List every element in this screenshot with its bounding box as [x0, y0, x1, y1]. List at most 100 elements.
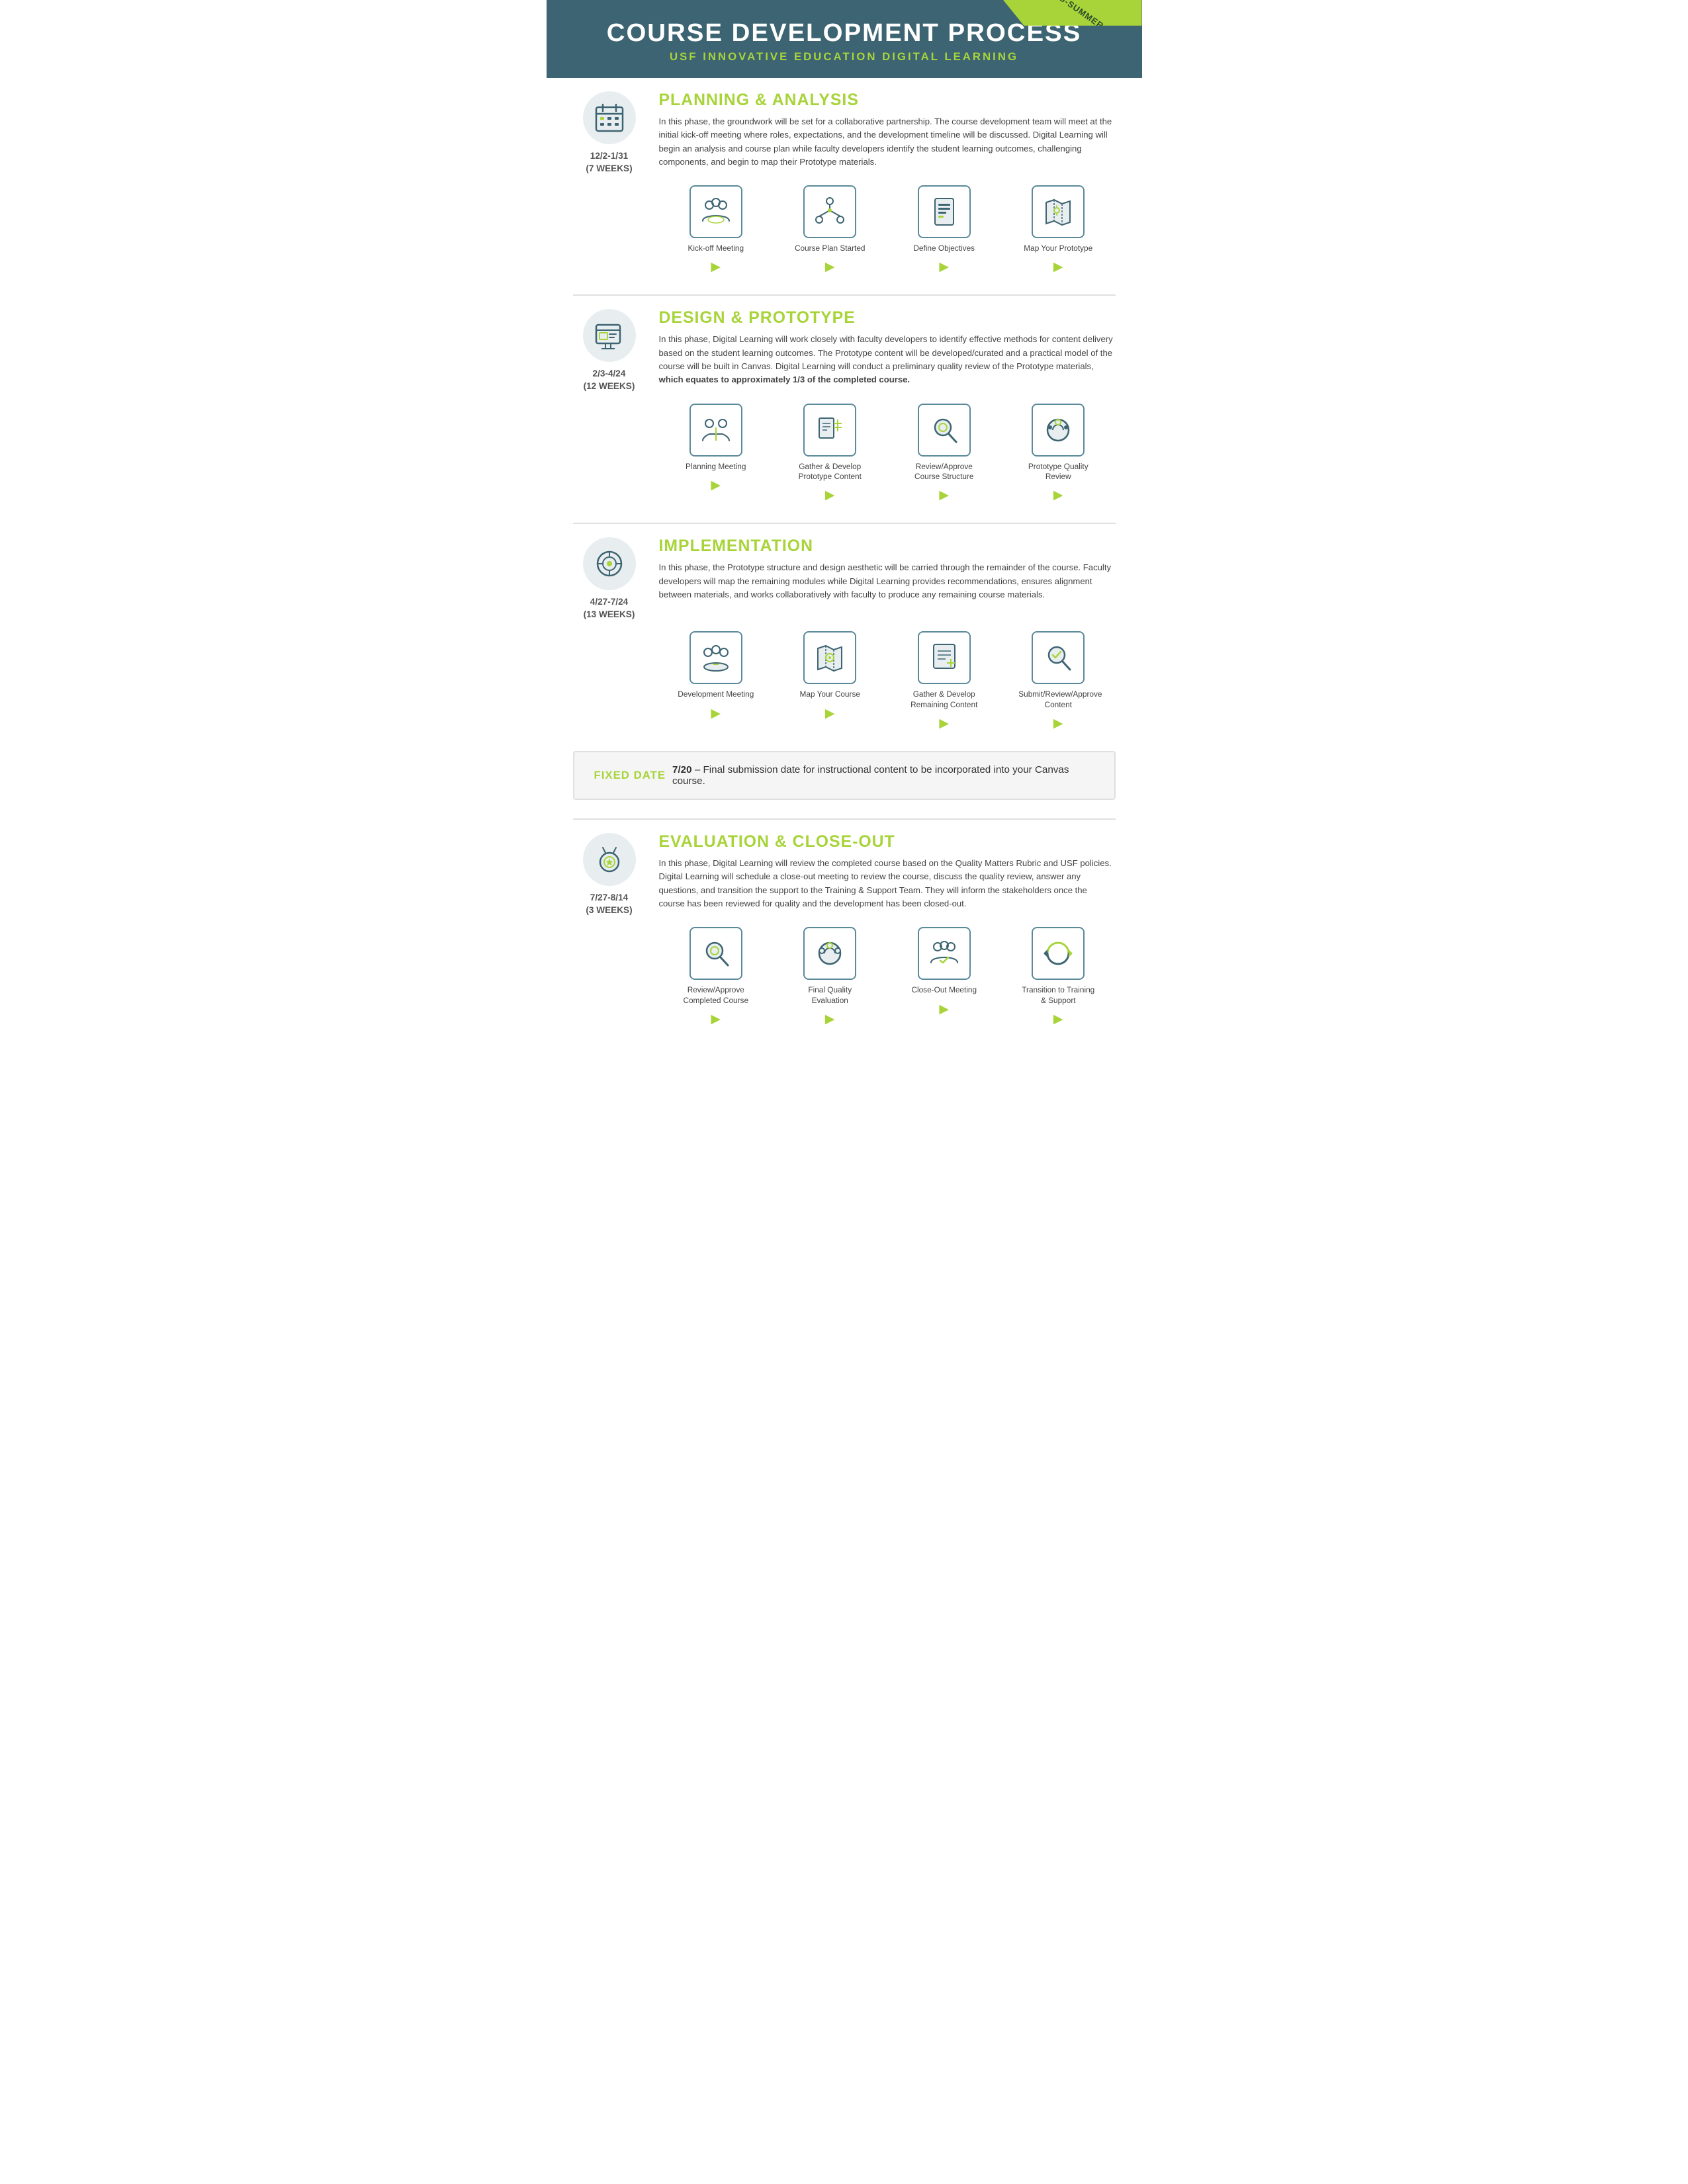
- step-dev-meeting: Development Meeting ▶: [659, 631, 774, 731]
- review-complete-icon: [689, 927, 742, 980]
- gather-remaining-arrow: ▶: [939, 715, 949, 731]
- section-icon-box-impl: 4/27-7/24(13 WEEKS): [573, 537, 646, 621]
- quality-review-icon: [1032, 404, 1085, 457]
- step-gather-develop: Gather & Develop Prototype Content ▶: [773, 404, 887, 503]
- planning-content: Planning & Analysis In this phase, the g…: [659, 91, 1116, 169]
- evaluation-content: Evaluation & Close-Out In this phase, Di…: [659, 833, 1116, 910]
- dev-meeting-arrow: ▶: [711, 705, 721, 721]
- final-quality-icon: [803, 927, 856, 980]
- page-subtitle: USF Innovative Education Digital Learnin…: [560, 50, 1129, 64]
- evaluation-title: Evaluation & Close-Out: [659, 833, 1116, 852]
- design-date: 2/3-4/24(12 WEEKS): [584, 367, 635, 392]
- evaluation-date: 7/27-8/14(3 WEEKS): [586, 891, 632, 916]
- implementation-title: Implementation: [659, 537, 1116, 556]
- planning-steps: Kick-off Meeting ▶ Course Plan S: [659, 185, 1116, 275]
- fixed-date-text: 7/20 – Final submission date for instruc…: [672, 764, 1094, 787]
- design-desc: In this phase, Digital Learning will wor…: [659, 333, 1116, 386]
- map-course-arrow: ▶: [825, 705, 835, 721]
- planning-meeting-label: Planning Meeting: [686, 462, 746, 472]
- gather-remaining-label: Gather & Develop Remaining Content: [905, 689, 984, 710]
- gather-develop-icon: [803, 404, 856, 457]
- step-gather-remaining: Gather & Develop Remaining Content ▶: [887, 631, 1002, 731]
- closeout-label: Close-Out Meeting: [911, 985, 977, 995]
- gather-remaining-icon: [918, 631, 971, 684]
- section-icon-box-eval: 7/27-8/14(3 WEEKS): [573, 833, 646, 916]
- implementation-desc: In this phase, the Prototype structure a…: [659, 561, 1116, 601]
- divider-3: [573, 818, 1116, 820]
- kickoff-label: Kick-off Meeting: [688, 243, 744, 253]
- quality-review-label: Prototype Quality Review: [1018, 462, 1098, 482]
- step-review-complete: Review/Approve Completed Course ▶: [659, 927, 774, 1027]
- closeout-icon: [918, 927, 971, 980]
- define-objectives-icon: [918, 185, 971, 238]
- kickoff-icon: [689, 185, 742, 238]
- step-map-prototype: Map Your Prototype ▶: [1001, 185, 1116, 275]
- planning-desc: In this phase, the groundwork will be se…: [659, 115, 1116, 169]
- final-quality-arrow: ▶: [825, 1011, 835, 1027]
- section-icon-box-design: 2/3-4/24(12 WEEKS): [573, 309, 646, 392]
- gather-develop-label: Gather & Develop Prototype Content: [790, 462, 869, 482]
- evaluation-phase-icon: [583, 833, 636, 886]
- define-objectives-arrow: ▶: [939, 259, 949, 275]
- course-plan-arrow: ▶: [825, 259, 835, 275]
- define-objectives-label: Define Objectives: [913, 243, 975, 253]
- gather-develop-arrow: ▶: [825, 487, 835, 503]
- planning-meeting-arrow: ▶: [711, 477, 721, 493]
- evaluation-steps: Review/Approve Completed Course ▶ Final …: [659, 927, 1116, 1027]
- step-final-quality: Final Quality Evaluation ▶: [773, 927, 887, 1027]
- closeout-arrow: ▶: [939, 1001, 949, 1017]
- section-icon-box-planning: 12/2-1/31(7 WEEKS): [573, 91, 646, 175]
- section-implementation: 4/27-7/24(13 WEEKS) Implementation In th…: [573, 537, 1116, 731]
- divider-2: [573, 523, 1116, 524]
- step-quality-review: Prototype Quality Review ▶: [1001, 404, 1116, 503]
- design-steps: Planning Meeting ▶ Gather & Deve: [659, 404, 1116, 503]
- planning-phase-icon: [583, 91, 636, 144]
- course-plan-icon: [803, 185, 856, 238]
- step-course-plan: Course Plan Started ▶: [773, 185, 887, 275]
- step-planning-meeting: Planning Meeting ▶: [659, 404, 774, 503]
- planning-date: 12/2-1/31(7 WEEKS): [586, 150, 632, 175]
- transition-arrow: ▶: [1053, 1011, 1063, 1027]
- design-title: Design & Prototype: [659, 309, 1116, 328]
- season-badge: Spring-Summer 2020: [1003, 0, 1141, 26]
- dev-meeting-icon: [689, 631, 742, 684]
- review-approve-label: Review/Approve Course Structure: [905, 462, 984, 482]
- section-evaluation: 7/27-8/14(3 WEEKS) Evaluation & Close-Ou…: [573, 833, 1116, 1027]
- step-define-objectives: Define Objectives ▶: [887, 185, 1002, 275]
- section-design: 2/3-4/24(12 WEEKS) Design & Prototype In…: [573, 309, 1116, 503]
- planning-meeting-icon: [689, 404, 742, 457]
- kickoff-arrow: ▶: [711, 259, 721, 275]
- review-approve-icon: [918, 404, 971, 457]
- step-submit-approve: Submit/Review/Approve Content ▶: [1001, 631, 1116, 731]
- page-header: Course Development Process USF Innovativ…: [547, 0, 1142, 78]
- review-complete-label: Review/Approve Completed Course: [676, 985, 756, 1006]
- final-quality-label: Final Quality Evaluation: [790, 985, 869, 1006]
- submit-approve-icon: [1032, 631, 1085, 684]
- transition-label: Transition to Training & Support: [1018, 985, 1098, 1006]
- planning-title: Planning & Analysis: [659, 91, 1116, 110]
- step-review-approve: Review/Approve Course Structure ▶: [887, 404, 1002, 503]
- fixed-date-section: FIXED DATE 7/20 – Final submission date …: [573, 751, 1116, 800]
- dev-meeting-label: Development Meeting: [678, 689, 754, 699]
- review-approve-arrow: ▶: [939, 487, 949, 503]
- design-content: Design & Prototype In this phase, Digita…: [659, 309, 1116, 386]
- evaluation-desc: In this phase, Digital Learning will rev…: [659, 857, 1116, 910]
- map-prototype-label: Map Your Prototype: [1024, 243, 1092, 253]
- implementation-phase-icon: [583, 537, 636, 590]
- quality-review-arrow: ▶: [1053, 487, 1063, 503]
- step-transition: Transition to Training & Support ▶: [1001, 927, 1116, 1027]
- course-plan-label: Course Plan Started: [795, 243, 866, 253]
- review-complete-arrow: ▶: [711, 1011, 721, 1027]
- step-kickoff: Kick-off Meeting ▶: [659, 185, 774, 275]
- submit-approve-arrow: ▶: [1053, 715, 1063, 731]
- implementation-date: 4/27-7/24(13 WEEKS): [584, 595, 635, 621]
- step-map-course: Map Your Course ▶: [773, 631, 887, 731]
- section-planning: 12/2-1/31(7 WEEKS) Planning & Analysis I…: [573, 91, 1116, 275]
- design-phase-icon: [583, 309, 636, 362]
- map-prototype-icon: [1032, 185, 1085, 238]
- map-prototype-arrow: ▶: [1053, 259, 1063, 275]
- fixed-date-label: FIXED DATE: [594, 769, 666, 782]
- divider-1: [573, 294, 1116, 296]
- transition-icon: [1032, 927, 1085, 980]
- step-closeout: Close-Out Meeting ▶: [887, 927, 1002, 1027]
